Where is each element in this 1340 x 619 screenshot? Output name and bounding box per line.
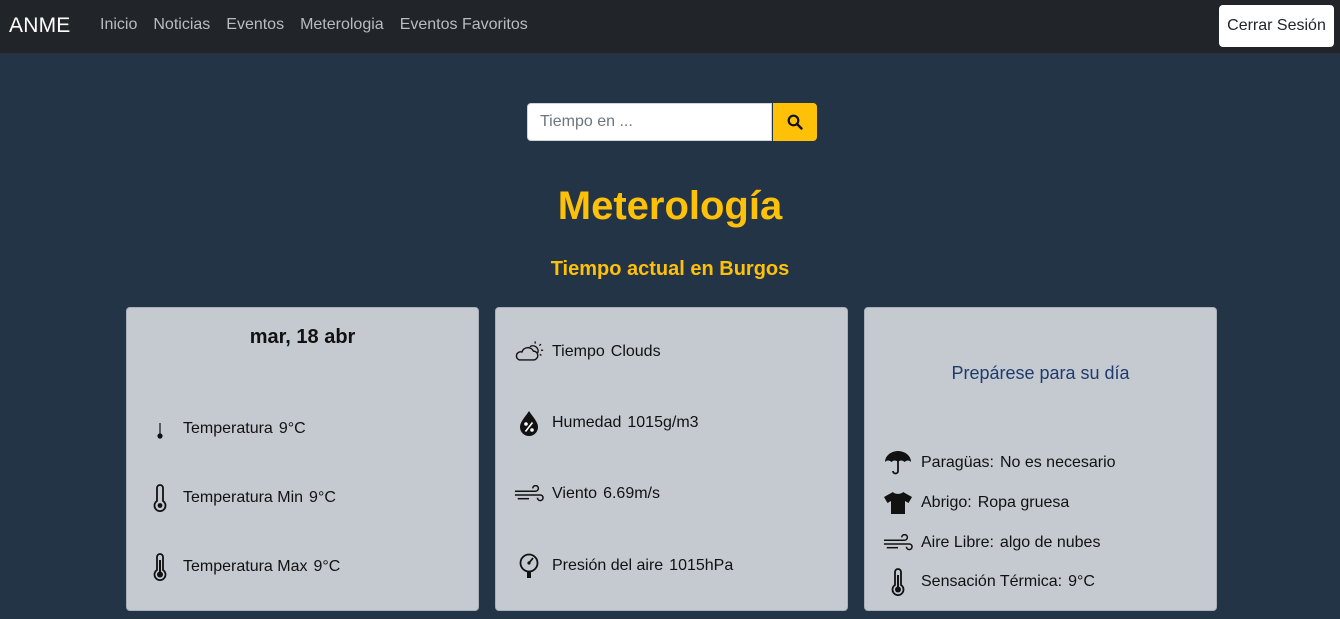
thermometer-icon	[145, 483, 175, 513]
wind-icon	[883, 528, 913, 558]
feels-like-row: Sensación Térmica: 9°C	[883, 567, 1095, 597]
nav-link-meterologia[interactable]: Meterologia	[300, 16, 384, 34]
umbrella-label: Paragüas:	[921, 454, 994, 471]
weather-row: Tiempo Clouds	[514, 337, 661, 367]
temperature-min-label: Temperatura Min	[183, 489, 304, 506]
pressure-value: 1015hPa	[669, 557, 734, 574]
temperature-min-row: Temperatura Min 9°C	[145, 483, 336, 513]
humidity-value: 1015g/m3	[627, 414, 699, 431]
outdoor-value: algo de nubes	[999, 534, 1101, 551]
conditions-card: Tiempo Clouds Humedad 1015g/m3 Viento 6.…	[495, 307, 848, 611]
top-navbar: ANME Inicio Noticias Eventos Meterologia…	[0, 0, 1340, 54]
nav-link-eventos[interactable]: Eventos	[226, 16, 284, 34]
nav-links: Inicio Noticias Eventos Meterologia Even…	[100, 16, 544, 34]
umbrella-row: Paragüas: No es necesario	[883, 448, 1116, 478]
wind-label: Viento	[552, 485, 598, 502]
nav-link-inicio[interactable]: Inicio	[100, 16, 137, 34]
wind-row: Viento 6.69m/s	[514, 479, 660, 509]
prepare-heading: Prepárese para su día	[951, 363, 1130, 383]
weather-value: Clouds	[610, 343, 661, 360]
umbrella-icon	[883, 448, 913, 478]
shirt-icon	[883, 488, 913, 518]
feels-like-value: 9°C	[1068, 573, 1095, 590]
thermometer-low-icon	[145, 414, 175, 444]
umbrella-value: No es necesario	[999, 454, 1116, 471]
weather-label: Tiempo	[552, 343, 605, 360]
nav-link-noticias[interactable]: Noticias	[153, 16, 210, 34]
thermometer-full-icon	[145, 552, 175, 582]
feels-like-label: Sensación Térmica:	[921, 573, 1063, 590]
search-button[interactable]	[773, 103, 817, 141]
current-date: mar, 18 abr	[249, 326, 356, 348]
temperature-value: 9°C	[278, 420, 306, 437]
coat-label: Abrigo:	[921, 494, 972, 511]
brand-logo[interactable]: ANME	[9, 14, 70, 38]
humidity-icon	[514, 408, 544, 438]
temperature-min-value: 9°C	[309, 489, 336, 506]
cloud-sun-icon	[514, 337, 544, 367]
humidity-row: Humedad 1015g/m3	[514, 408, 699, 438]
outdoor-row: Aire Libre: algo de nubes	[883, 528, 1100, 558]
temperature-max-row: Temperatura Max 9°C	[145, 552, 340, 582]
temperature-card: mar, 18 abr Temperatura 9°C Temperatura …	[126, 307, 479, 611]
temperature-label: Temperatura	[183, 420, 273, 437]
page-title: Meterología	[557, 184, 783, 228]
prepare-card: Prepárese para su día Paragüas: No es ne…	[864, 307, 1217, 611]
temperature-row: Temperatura 9°C	[145, 414, 306, 444]
pressure-label: Presión del aire	[552, 557, 664, 574]
humidity-label: Humedad	[552, 414, 622, 431]
coat-value: Ropa gruesa	[977, 494, 1070, 511]
pressure-row: Presión del aire 1015hPa	[514, 551, 733, 581]
wind-value: 6.69m/s	[603, 485, 660, 502]
search-icon	[787, 114, 803, 130]
search-bar	[527, 103, 817, 141]
coat-row: Abrigo: Ropa gruesa	[883, 488, 1069, 518]
nav-link-eventos-favoritos[interactable]: Eventos Favoritos	[400, 16, 528, 34]
temperature-max-value: 9°C	[313, 558, 341, 575]
search-input[interactable]	[527, 103, 772, 141]
location-subtitle: Tiempo actual en Burgos	[550, 258, 790, 280]
pressure-gauge-icon	[514, 551, 544, 581]
wind-icon	[514, 479, 544, 509]
logout-button[interactable]: Cerrar Sesión	[1219, 5, 1334, 47]
outdoor-label: Aire Libre:	[921, 534, 994, 551]
thermometer-full-icon	[883, 567, 913, 597]
temperature-max-label: Temperatura Max	[183, 558, 308, 575]
